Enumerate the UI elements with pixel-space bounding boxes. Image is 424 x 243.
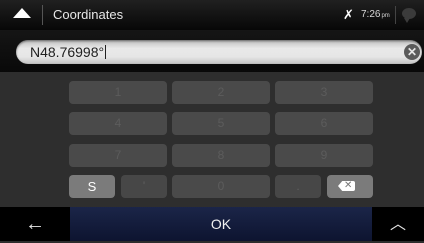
apostrophe-key[interactable]: ': [121, 175, 167, 198]
decimal-point-key[interactable]: .: [275, 175, 321, 198]
clear-icon[interactable]: ✕: [404, 44, 420, 60]
hemisphere-key[interactable]: S: [69, 175, 115, 198]
message-bubble-icon[interactable]: [402, 8, 416, 23]
coordinate-input[interactable]: N48.76998° ✕: [16, 40, 422, 64]
coordinate-text: N48.76998°: [30, 44, 105, 60]
time-ampm: pm: [381, 13, 390, 19]
time-value: 7:26: [361, 9, 381, 20]
backspace-x-icon: ✕: [344, 180, 353, 191]
page-title: Coordinates: [53, 7, 124, 22]
back-arrow-icon[interactable]: ←: [0, 207, 70, 241]
bottom-bar: ← OK ︿: [0, 207, 424, 241]
key-2[interactable]: 2: [172, 81, 270, 104]
divider: [42, 5, 43, 25]
clock: 7:26pm: [361, 9, 390, 20]
input-bar: N48.76998° ✕: [0, 30, 424, 72]
key-7[interactable]: 7: [69, 144, 167, 167]
numeric-keypad: 1 2 3 4 5 6 7 8 9 S ' 0 . ✕: [0, 72, 424, 207]
coordinate-value: N48.76998°: [30, 44, 107, 60]
key-5[interactable]: 5: [172, 112, 270, 135]
ok-button[interactable]: OK: [70, 207, 372, 241]
title-bar: Coordinates ✗ 7:26pm: [0, 0, 424, 30]
key-0[interactable]: 0: [172, 175, 270, 198]
text-caret: [105, 45, 107, 59]
key-9[interactable]: 9: [275, 144, 373, 167]
key-6[interactable]: 6: [275, 112, 373, 135]
key-8[interactable]: 8: [172, 144, 270, 167]
divider: [395, 6, 396, 24]
satellite-icon: ✗: [343, 7, 354, 22]
chevron-up-icon[interactable]: ︿: [372, 207, 424, 241]
key-3[interactable]: 3: [275, 81, 373, 104]
key-4[interactable]: 4: [69, 112, 167, 135]
up-arrow-icon[interactable]: [13, 8, 31, 18]
key-1[interactable]: 1: [69, 81, 167, 104]
backspace-key[interactable]: ✕: [327, 175, 373, 198]
